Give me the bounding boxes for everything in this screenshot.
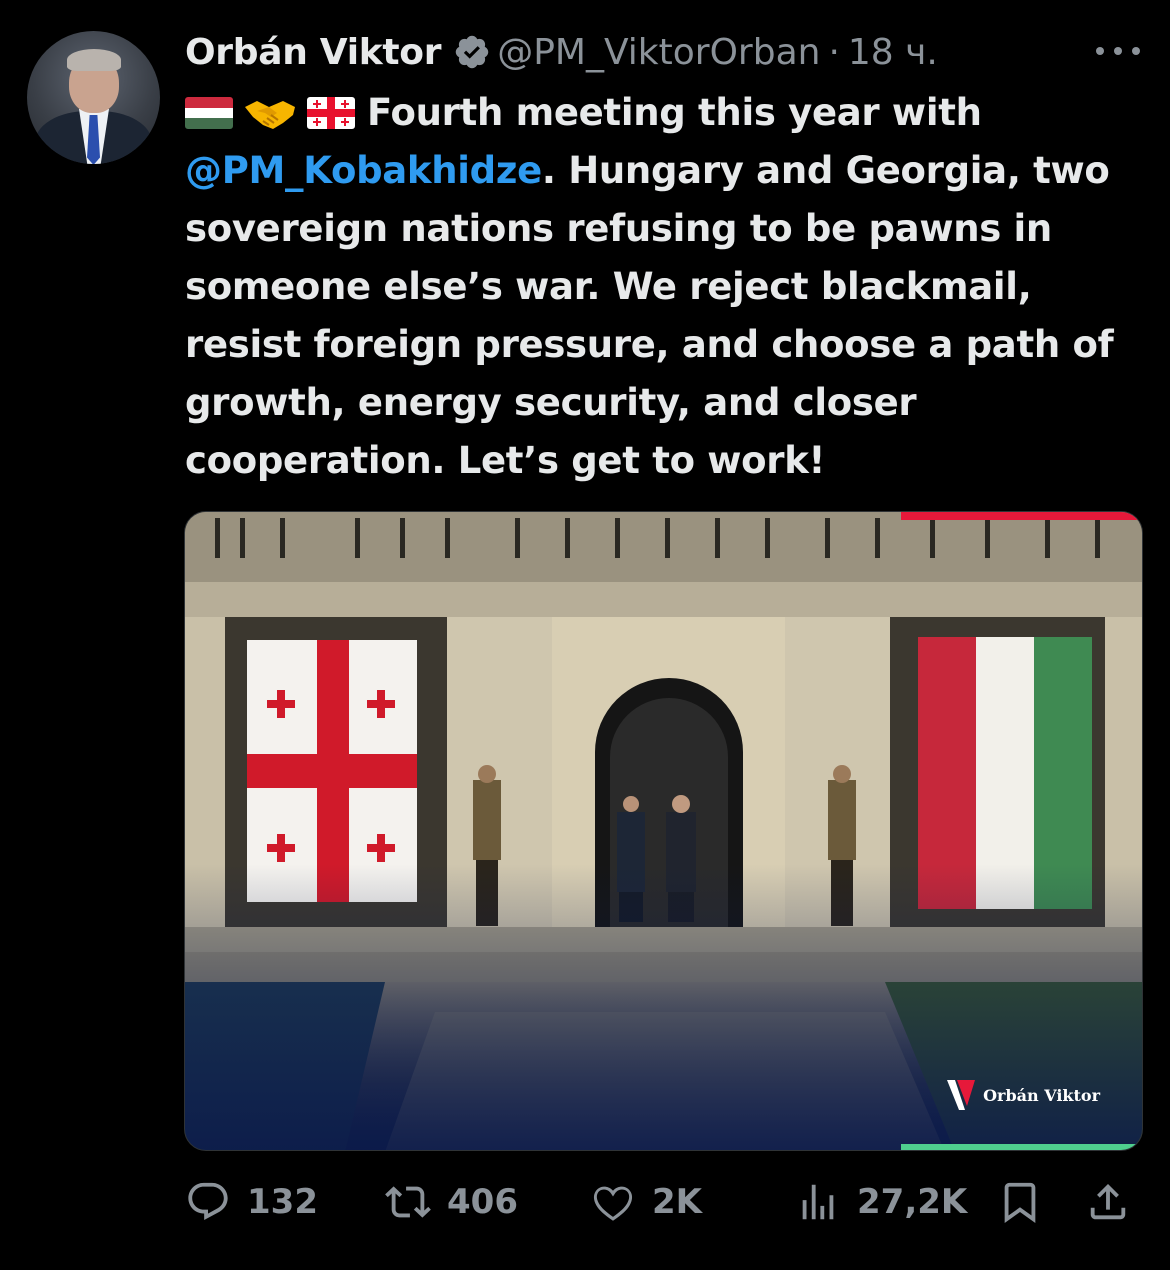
share-button[interactable] xyxy=(1085,1172,1131,1232)
tweet-text-part-1: Fourth meeting this year with xyxy=(367,91,982,134)
reply-count: 132 xyxy=(247,1182,318,1222)
photo-watermark: Orbán Viktor xyxy=(947,1078,1100,1112)
repost-count: 406 xyxy=(447,1182,518,1222)
author-name[interactable]: Orbán Viktor xyxy=(185,32,441,73)
author-avatar[interactable] xyxy=(27,31,160,164)
tweet-text: Fourth meeting this year with @PM_Kobakh… xyxy=(185,84,1145,490)
share-icon xyxy=(1090,1183,1126,1220)
heart-icon xyxy=(593,1186,633,1221)
handshake-emoji-icon xyxy=(245,101,295,129)
tweet-photo[interactable]: Orbán Viktor xyxy=(184,511,1143,1151)
verified-badge-icon[interactable] xyxy=(453,33,491,71)
more-options-icon[interactable] xyxy=(1096,36,1140,66)
georgia-flag-emoji-icon xyxy=(307,97,355,129)
bookmark-button[interactable] xyxy=(997,1172,1043,1232)
reply-icon xyxy=(188,1182,228,1221)
orban-logo-icon xyxy=(947,1080,976,1110)
tweet-header: Orbán Viktor @PM_ViktorOrban · 18 ч. xyxy=(185,24,938,80)
views-count: 27,2K xyxy=(857,1182,968,1222)
author-handle[interactable]: @PM_ViktorOrban xyxy=(497,32,820,73)
views-button[interactable]: 27,2K xyxy=(795,1172,967,1232)
photo-illustration xyxy=(185,512,1142,1150)
reply-button[interactable]: 132 xyxy=(185,1172,318,1232)
bookmark-icon xyxy=(1004,1182,1036,1223)
repost-button[interactable]: 406 xyxy=(385,1172,518,1232)
repost-icon xyxy=(385,1186,431,1218)
header-separator: · xyxy=(828,31,840,73)
hungary-flag-emoji-icon xyxy=(185,97,233,129)
mention-link[interactable]: @PM_Kobakhidze xyxy=(185,149,542,192)
like-count: 2K xyxy=(652,1182,703,1222)
views-chart-icon xyxy=(802,1184,834,1220)
tweet-actions-bar: 132 406 2K 27,2K xyxy=(185,1172,1140,1232)
avatar-hair xyxy=(67,49,121,71)
watermark-text: Orbán Viktor xyxy=(983,1085,1100,1105)
like-button[interactable]: 2K xyxy=(590,1172,702,1232)
tweet-text-part-2: . Hungary and Georgia, two sovereign nat… xyxy=(185,149,1114,482)
tweet-timestamp[interactable]: 18 ч. xyxy=(848,32,938,73)
